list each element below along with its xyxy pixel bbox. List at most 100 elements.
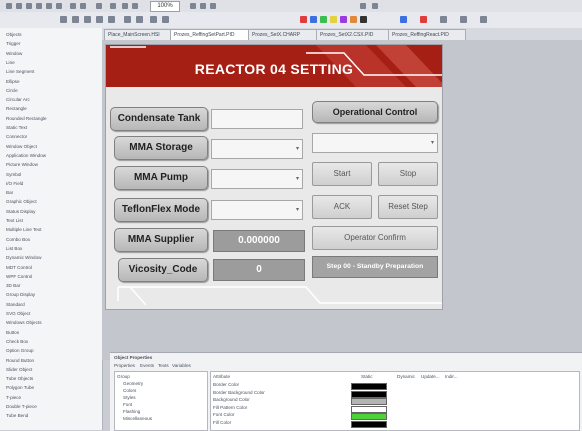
font-bold-icon[interactable] [360, 3, 366, 9]
tab-reffing-react[interactable]: Prozes_ReffingReact.PID [388, 29, 466, 40]
group-item[interactable]: Font [123, 402, 132, 407]
line-end-icon[interactable] [480, 16, 487, 23]
tree-item[interactable]: Windows Objects [6, 320, 42, 325]
tab-setx2[interactable]: Prozes_SetX2.CSX.PID [316, 29, 390, 40]
tree-item[interactable]: Application Window [6, 153, 46, 158]
align-top-icon[interactable] [96, 16, 103, 23]
color-purple-icon[interactable] [340, 16, 347, 23]
tree-item[interactable]: Button [6, 330, 19, 335]
mma-pump-button[interactable]: MMA Pump [114, 166, 208, 190]
viscosity-code-button[interactable]: Vicosity_Code [118, 258, 208, 282]
tab-events[interactable]: Events [140, 363, 154, 368]
tree-item[interactable]: Check Box [6, 339, 28, 344]
tree-item[interactable]: Dynamic Window [6, 255, 41, 260]
print-icon[interactable] [96, 3, 102, 9]
line-style-icon[interactable] [440, 16, 447, 23]
tree-item[interactable]: Static Text [6, 125, 27, 130]
group-item[interactable]: Colors [123, 388, 136, 393]
tree-item[interactable]: Tube Objects [6, 376, 33, 381]
tree-item[interactable]: Group Display [6, 292, 35, 297]
color-swatch[interactable] [351, 398, 387, 405]
tree-item[interactable]: Rectangle [6, 106, 27, 111]
ack-button[interactable]: ACK [312, 195, 372, 219]
tree-item[interactable]: Line Segment [6, 69, 34, 74]
color-swatch[interactable] [351, 390, 387, 398]
operator-confirm-button[interactable]: Operator Confirm [312, 226, 438, 250]
copy-icon[interactable] [46, 3, 52, 9]
group-item[interactable]: Geometry [123, 381, 143, 386]
tab-setx[interactable]: Prozes_SetX.CHARP [248, 29, 318, 40]
condensate-tank-field[interactable] [211, 109, 303, 129]
fill-color-icon[interactable] [420, 16, 427, 23]
stop-button[interactable]: Stop [378, 162, 438, 186]
condensate-tank-button[interactable]: Condensate Tank [110, 107, 208, 131]
same-height-icon[interactable] [136, 16, 143, 23]
tab-variables[interactable]: Variables [172, 363, 191, 368]
mma-storage-button[interactable]: MMA Storage [114, 136, 208, 160]
grid-icon[interactable] [190, 3, 196, 9]
tree-item[interactable]: Combo Box [6, 237, 30, 242]
tree-item[interactable]: 3D Bar [6, 283, 20, 288]
color-yellow-icon[interactable] [330, 16, 337, 23]
line-weight-icon[interactable] [460, 16, 467, 23]
tab-reffing-set-part[interactable]: Prozes_ReffingSetPart.PID [170, 29, 250, 40]
color-red-icon[interactable] [300, 16, 307, 23]
tree-item[interactable]: Picture Window [6, 162, 38, 167]
redo-icon[interactable] [80, 3, 86, 9]
tab-main-screen[interactable]: Place_MainScreen.HSI [104, 29, 172, 40]
tree-item[interactable]: Line [6, 60, 15, 65]
tree-item[interactable]: List Box [6, 246, 22, 251]
tree-item[interactable]: Bar [6, 190, 13, 195]
font-italic-icon[interactable] [372, 3, 378, 9]
tree-item[interactable]: Slider Object [6, 367, 32, 372]
color-swatch[interactable] [351, 420, 387, 428]
align-icon[interactable] [210, 3, 216, 9]
cut-icon[interactable] [36, 3, 42, 9]
tree-item[interactable]: Trigger [6, 41, 20, 46]
group-item[interactable]: Styles [123, 395, 136, 400]
group-item[interactable]: Miscellaneous [123, 416, 152, 421]
tree-item[interactable]: Multiple Line Text [6, 227, 41, 232]
tree-item[interactable]: Round Button [6, 358, 34, 363]
tree-item[interactable]: Text List [6, 218, 23, 223]
teflon-mode-button[interactable]: TeflonFlex Mode [114, 198, 208, 222]
tab-texts[interactable]: Texts [158, 363, 169, 368]
color-swatch[interactable] [351, 383, 387, 390]
tree-item[interactable]: I/O Field [6, 181, 23, 186]
align-center-icon[interactable] [72, 16, 79, 23]
save-icon[interactable] [26, 3, 32, 9]
tree-item[interactable]: Polygon Tube [6, 385, 34, 390]
paste-icon[interactable] [56, 3, 62, 9]
tree-item[interactable]: T-piece [6, 395, 21, 400]
mma-storage-select[interactable]: ▾ [211, 139, 303, 159]
tree-item[interactable]: Standard [6, 302, 25, 307]
new-icon[interactable] [6, 3, 12, 9]
undo-icon[interactable] [70, 3, 76, 9]
reset-step-button[interactable]: Reset Step [378, 195, 438, 219]
zoom-out-icon[interactable] [132, 3, 138, 9]
tree-item[interactable]: SVG Object [6, 311, 30, 316]
tree-item[interactable]: Graphic Object [6, 199, 37, 204]
line-color-icon[interactable] [400, 16, 407, 23]
align-right-icon[interactable] [84, 16, 91, 23]
tree-item[interactable]: Tube Bend [6, 413, 28, 418]
tree-item[interactable]: Ellipse [6, 79, 20, 84]
tab-properties[interactable]: Properties [114, 363, 135, 368]
rotate-icon[interactable] [150, 16, 157, 23]
pointer-icon[interactable] [110, 3, 116, 9]
start-button[interactable]: Start [312, 162, 372, 186]
layer-icon[interactable] [200, 3, 206, 9]
color-black-icon[interactable] [360, 16, 367, 23]
color-orange-icon[interactable] [350, 16, 357, 23]
tree-item[interactable]: Window Object [6, 144, 37, 149]
tree-item[interactable]: Symbol [6, 172, 21, 177]
color-swatch[interactable] [351, 413, 387, 420]
tree-item[interactable]: Double T-piece [6, 404, 37, 409]
open-icon[interactable] [16, 3, 22, 9]
tree-item[interactable]: MDT Control [6, 265, 32, 270]
tree-item[interactable]: Objects [6, 32, 22, 37]
color-blue-icon[interactable] [310, 16, 317, 23]
align-left-icon[interactable] [60, 16, 67, 23]
mma-pump-select[interactable]: ▾ [211, 169, 303, 189]
operational-control-button[interactable]: Operational Control [312, 101, 438, 123]
